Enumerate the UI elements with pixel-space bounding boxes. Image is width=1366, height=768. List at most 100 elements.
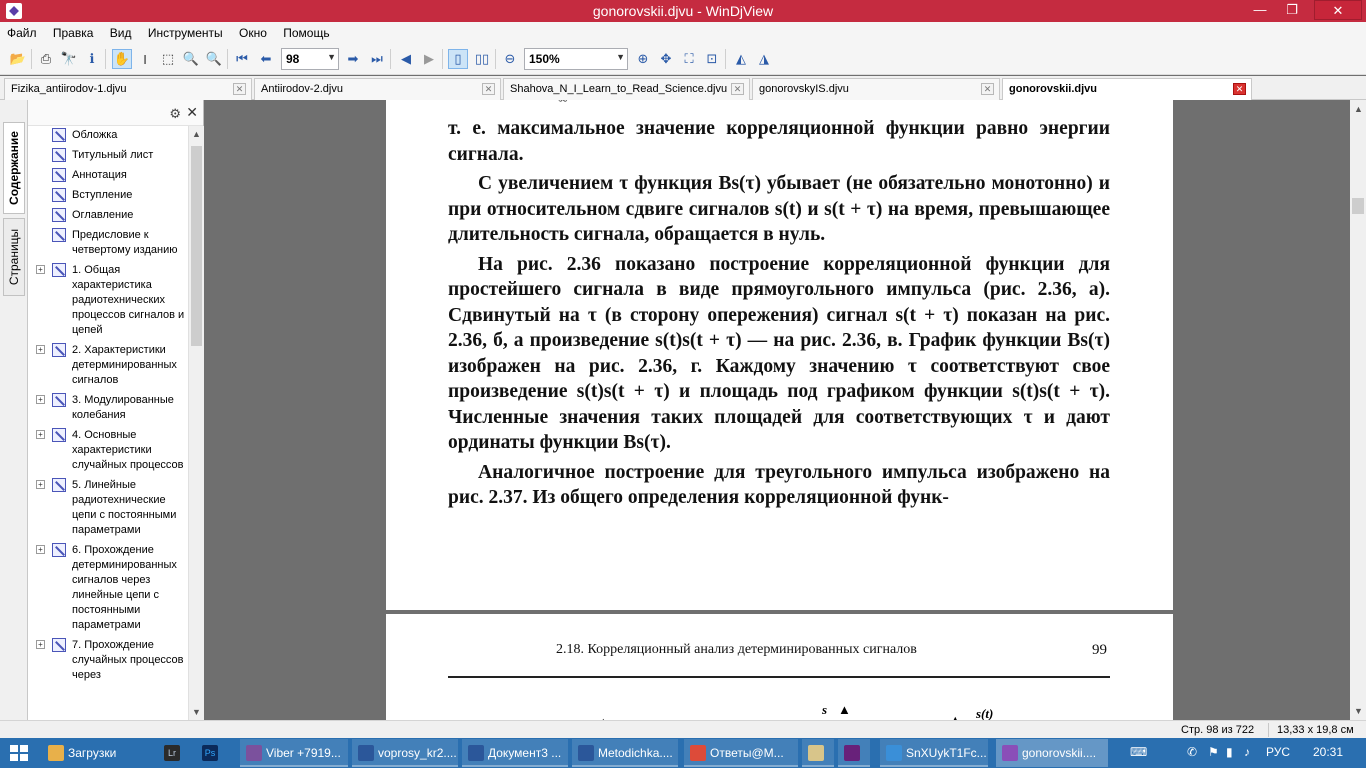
first-page-icon[interactable]: ⏮ (232, 49, 252, 69)
taskbar-photoshop[interactable]: Ps (196, 739, 228, 767)
viber-tray-icon[interactable]: ✆ (1187, 745, 1197, 759)
expand-icon[interactable]: + (36, 640, 45, 649)
toc-item[interactable]: +4. Основные характеристики случайных пр… (28, 428, 188, 473)
next-page-icon[interactable]: ➡ (343, 49, 363, 69)
toc-item[interactable]: +3. Модулированные колебания (28, 393, 188, 423)
scroll-down-icon[interactable]: ▼ (192, 707, 201, 717)
toc-item[interactable]: Обложка (28, 128, 188, 143)
taskbar-app[interactable] (802, 739, 834, 767)
info-icon[interactable]: ℹ (82, 49, 102, 69)
rotate-left-icon[interactable]: ◭ (731, 49, 751, 69)
menu-file[interactable]: Файл (7, 22, 37, 40)
zoom-in-icon[interactable]: ⊕ (633, 49, 653, 69)
windows-start-icon[interactable] (10, 745, 28, 761)
close-button[interactable]: ✕ (1314, 0, 1362, 20)
close-icon[interactable]: ✕ (186, 104, 198, 121)
toc-item[interactable]: Аннотация (28, 168, 188, 183)
minimize-button[interactable]: — (1246, 0, 1274, 20)
close-icon[interactable]: ✕ (482, 83, 495, 95)
taskbar-word-document3[interactable]: Документ3 ... (462, 739, 568, 767)
menu-window[interactable]: Окно (239, 22, 267, 40)
taskbar-downloads[interactable]: Загрузки (42, 739, 154, 767)
expand-icon[interactable]: + (36, 345, 45, 354)
taskbar-lightroom[interactable]: Lr (158, 739, 190, 767)
toc-scrollbar[interactable]: ▲ ▼ (188, 126, 204, 720)
tab-pages[interactable]: Страницы (3, 218, 25, 296)
volume-icon[interactable]: ♪ (1244, 745, 1250, 759)
select-rect-icon[interactable]: ⬚ (158, 49, 178, 69)
hand-icon[interactable]: ✋ (112, 49, 132, 69)
scroll-thumb[interactable] (191, 146, 202, 346)
taskbar-visual-studio[interactable] (838, 739, 870, 767)
toc-item[interactable]: Оглавление (28, 208, 188, 223)
zoom-in-tool-icon[interactable]: 🔍 (181, 49, 201, 69)
page-number-input[interactable]: 98 ▼ (281, 48, 339, 70)
flag-icon[interactable]: ⚑ (1208, 745, 1219, 759)
toc-item[interactable]: +1. Общая характеристика радиотехнически… (28, 263, 188, 338)
two-page-icon[interactable]: ▯▯ (472, 49, 492, 69)
tab-fizika-antiirodov[interactable]: Fizika_antiirodov-1.djvu ✕ (4, 78, 252, 100)
zoom-out-icon[interactable]: ⊖ (500, 49, 520, 69)
toc-item[interactable]: +7. Прохождение случайных процессов чере… (28, 638, 188, 683)
menu-help[interactable]: Помощь (283, 22, 329, 40)
tab-antiirodov-2[interactable]: Antiirodov-2.djvu ✕ (254, 78, 501, 100)
zoom-select[interactable]: 150% ▼ (524, 48, 628, 70)
close-icon[interactable]: ✕ (981, 83, 994, 95)
fit-page-icon[interactable]: ⛶ (679, 49, 699, 69)
find-icon[interactable]: 🔭 (59, 49, 79, 69)
select-text-icon[interactable]: I (135, 49, 155, 69)
taskbar-word-metodichka[interactable]: Metodichka.... (572, 739, 678, 767)
close-icon[interactable]: ✕ (1233, 83, 1246, 95)
menu-tools[interactable]: Инструменты (148, 22, 223, 40)
clock[interactable]: 20:31 (1313, 745, 1343, 759)
close-icon[interactable]: ✕ (233, 83, 246, 95)
rotate-right-icon[interactable]: ◮ (754, 49, 774, 69)
forward-icon[interactable]: ▶ (419, 49, 439, 69)
menu-edit[interactable]: Правка (53, 22, 94, 40)
taskbar-image[interactable]: SnXUykT1Fc... (880, 739, 988, 767)
taskbar-windjview[interactable]: gonorovskii.... (996, 739, 1108, 767)
chevron-down-icon[interactable]: ▼ (616, 52, 625, 62)
expand-icon[interactable]: + (36, 395, 45, 404)
close-icon[interactable]: ✕ (731, 83, 744, 95)
open-icon[interactable]: 📂 (8, 49, 28, 69)
toc-item[interactable]: +2. Характеристики детерминированных сиг… (28, 343, 188, 388)
maximize-button[interactable]: ❐ (1278, 0, 1306, 20)
actual-size-icon[interactable]: ⊡ (702, 49, 722, 69)
tab-gonorovskii[interactable]: gonorovskii.djvu ✕ (1002, 78, 1252, 101)
expand-icon[interactable]: + (36, 545, 45, 554)
scroll-up-icon[interactable]: ▲ (1354, 104, 1363, 114)
toc-item[interactable]: Титульный лист (28, 148, 188, 163)
print-icon[interactable]: ⎙ (36, 49, 56, 69)
document-view[interactable]: −∞ т. е. максимальное значение корреляци… (212, 100, 1350, 720)
language-indicator[interactable]: РУС (1266, 745, 1290, 759)
expand-icon[interactable]: + (36, 265, 45, 274)
prev-page-icon[interactable]: ⬅ (256, 49, 276, 69)
fit-width-icon[interactable]: ✥ (656, 49, 676, 69)
keyboard-icon[interactable]: ⌨ (1130, 745, 1147, 759)
gear-icon[interactable]: ⚙ (169, 106, 181, 122)
network-icon[interactable]: ▮ (1226, 745, 1233, 759)
scroll-thumb[interactable] (1352, 198, 1364, 214)
single-page-icon[interactable]: ▯ (448, 49, 468, 69)
toc-item[interactable]: Предисловие к четвертому изданию (28, 228, 188, 258)
scroll-down-icon[interactable]: ▼ (1354, 706, 1363, 716)
taskbar-viber[interactable]: Viber +7919... (240, 739, 348, 767)
last-page-icon[interactable]: ⏭ (367, 49, 387, 69)
taskbar-word-voprosy[interactable]: voprosy_kr2.... (352, 739, 458, 767)
zoom-out-tool-icon[interactable]: 🔍 (204, 49, 224, 69)
expand-icon[interactable]: + (36, 430, 45, 439)
toc-item[interactable]: Вступление (28, 188, 188, 203)
menu-view[interactable]: Вид (110, 22, 132, 40)
toc-item[interactable]: +6. Прохождение детерминированных сигнал… (28, 543, 188, 633)
chevron-down-icon[interactable]: ▼ (327, 52, 336, 62)
tab-shahova[interactable]: Shahova_N_I_Learn_to_Read_Science.djvu ✕ (503, 78, 750, 100)
document-scrollbar[interactable]: ▲ ▼ (1350, 100, 1366, 720)
toc-item[interactable]: +5. Линейные радиотехнические цепи с пос… (28, 478, 188, 538)
scroll-up-icon[interactable]: ▲ (192, 129, 201, 139)
expand-icon[interactable]: + (36, 480, 45, 489)
taskbar-chrome[interactable]: Ответы@M... (684, 739, 798, 767)
tab-gonorovskyis[interactable]: gonorovskyIS.djvu ✕ (752, 78, 1000, 100)
tab-contents[interactable]: Содержание (3, 122, 25, 214)
back-icon[interactable]: ◀ (396, 49, 416, 69)
